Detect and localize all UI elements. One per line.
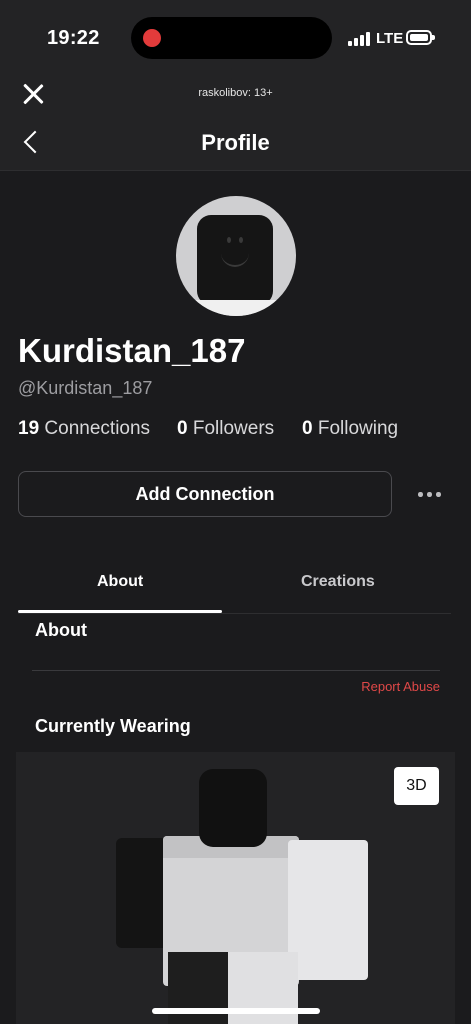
about-divider — [32, 670, 440, 671]
browser-bar: raskolibov: 13+ — [0, 75, 471, 119]
avatar-figure-head — [199, 769, 267, 847]
status-time: 19:22 — [47, 27, 100, 49]
username: @Kurdistan_187 — [18, 378, 153, 398]
signal-icon — [348, 32, 370, 46]
browser-title: raskolibov: 13+ — [198, 87, 273, 99]
status-bar: 19:22 LTE — [0, 0, 471, 75]
profile-tabs: About Creations — [18, 555, 451, 614]
stat-count: 0 — [177, 418, 188, 439]
stat-label: Followers — [192, 418, 275, 439]
page-header: Profile — [0, 119, 471, 171]
more-horizontal-icon[interactable] — [418, 486, 442, 502]
avatar-smile — [221, 251, 249, 267]
report-abuse-link[interactable]: Report Abuse — [361, 679, 440, 694]
active-tab-indicator — [18, 610, 222, 613]
battery-icon — [406, 30, 435, 45]
tab-about[interactable]: About — [97, 573, 143, 591]
stat-label: Following — [317, 418, 399, 439]
recording-dot-icon — [143, 29, 161, 47]
stat-followers[interactable]: 0 Followers — [177, 418, 274, 440]
network-type: LTE — [376, 30, 404, 47]
stat-following[interactable]: 0 Following — [302, 418, 398, 440]
home-indicator[interactable] — [152, 1008, 320, 1014]
display-name: Kurdistan_187 — [18, 332, 246, 369]
avatar-shoulders — [176, 300, 296, 316]
avatar-eye — [227, 237, 231, 243]
dynamic-island — [131, 17, 332, 59]
stat-label: Connections — [44, 418, 151, 439]
avatar-figure-right-arm — [288, 840, 368, 980]
page-title: Profile — [201, 130, 270, 155]
currently-wearing-heading: Currently Wearing — [35, 716, 191, 736]
stat-count: 0 — [302, 418, 313, 439]
add-connection-button[interactable]: Add Connection — [18, 471, 392, 517]
avatar-3d-viewer[interactable]: 3D — [16, 752, 455, 1024]
avatar-head — [197, 215, 273, 305]
stat-connections[interactable]: 19 Connections — [18, 418, 150, 440]
about-heading: About — [35, 620, 87, 640]
avatar-eye — [239, 237, 243, 243]
view-3d-button[interactable]: 3D — [394, 767, 439, 805]
avatar[interactable] — [176, 196, 296, 316]
stat-count: 19 — [18, 418, 40, 439]
tab-creations[interactable]: Creations — [301, 573, 375, 591]
